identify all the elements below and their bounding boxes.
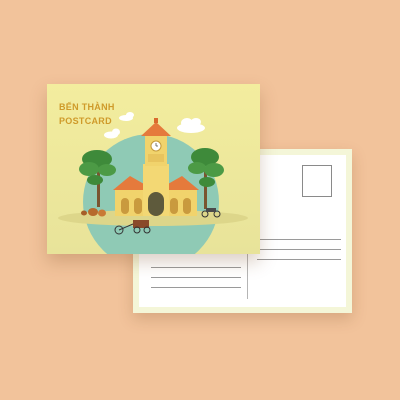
postcard-title-line2: POSTCARD — [59, 116, 112, 126]
postcard-title-line1: BẾN THÀNH — [59, 102, 115, 112]
cloud-icon — [177, 118, 205, 133]
stamp-box-icon — [302, 165, 332, 197]
cloud-icon — [104, 128, 120, 139]
address-line — [257, 249, 341, 250]
cloud-icon — [119, 112, 134, 121]
address-line — [257, 259, 341, 260]
message-line — [151, 277, 241, 278]
postcard-mockup-scene: BẾN THÀNH POSTCARD — [0, 0, 400, 400]
address-line — [257, 239, 341, 240]
message-line — [151, 267, 241, 268]
postcard-front: BẾN THÀNH POSTCARD — [47, 84, 260, 254]
message-line — [151, 287, 241, 288]
